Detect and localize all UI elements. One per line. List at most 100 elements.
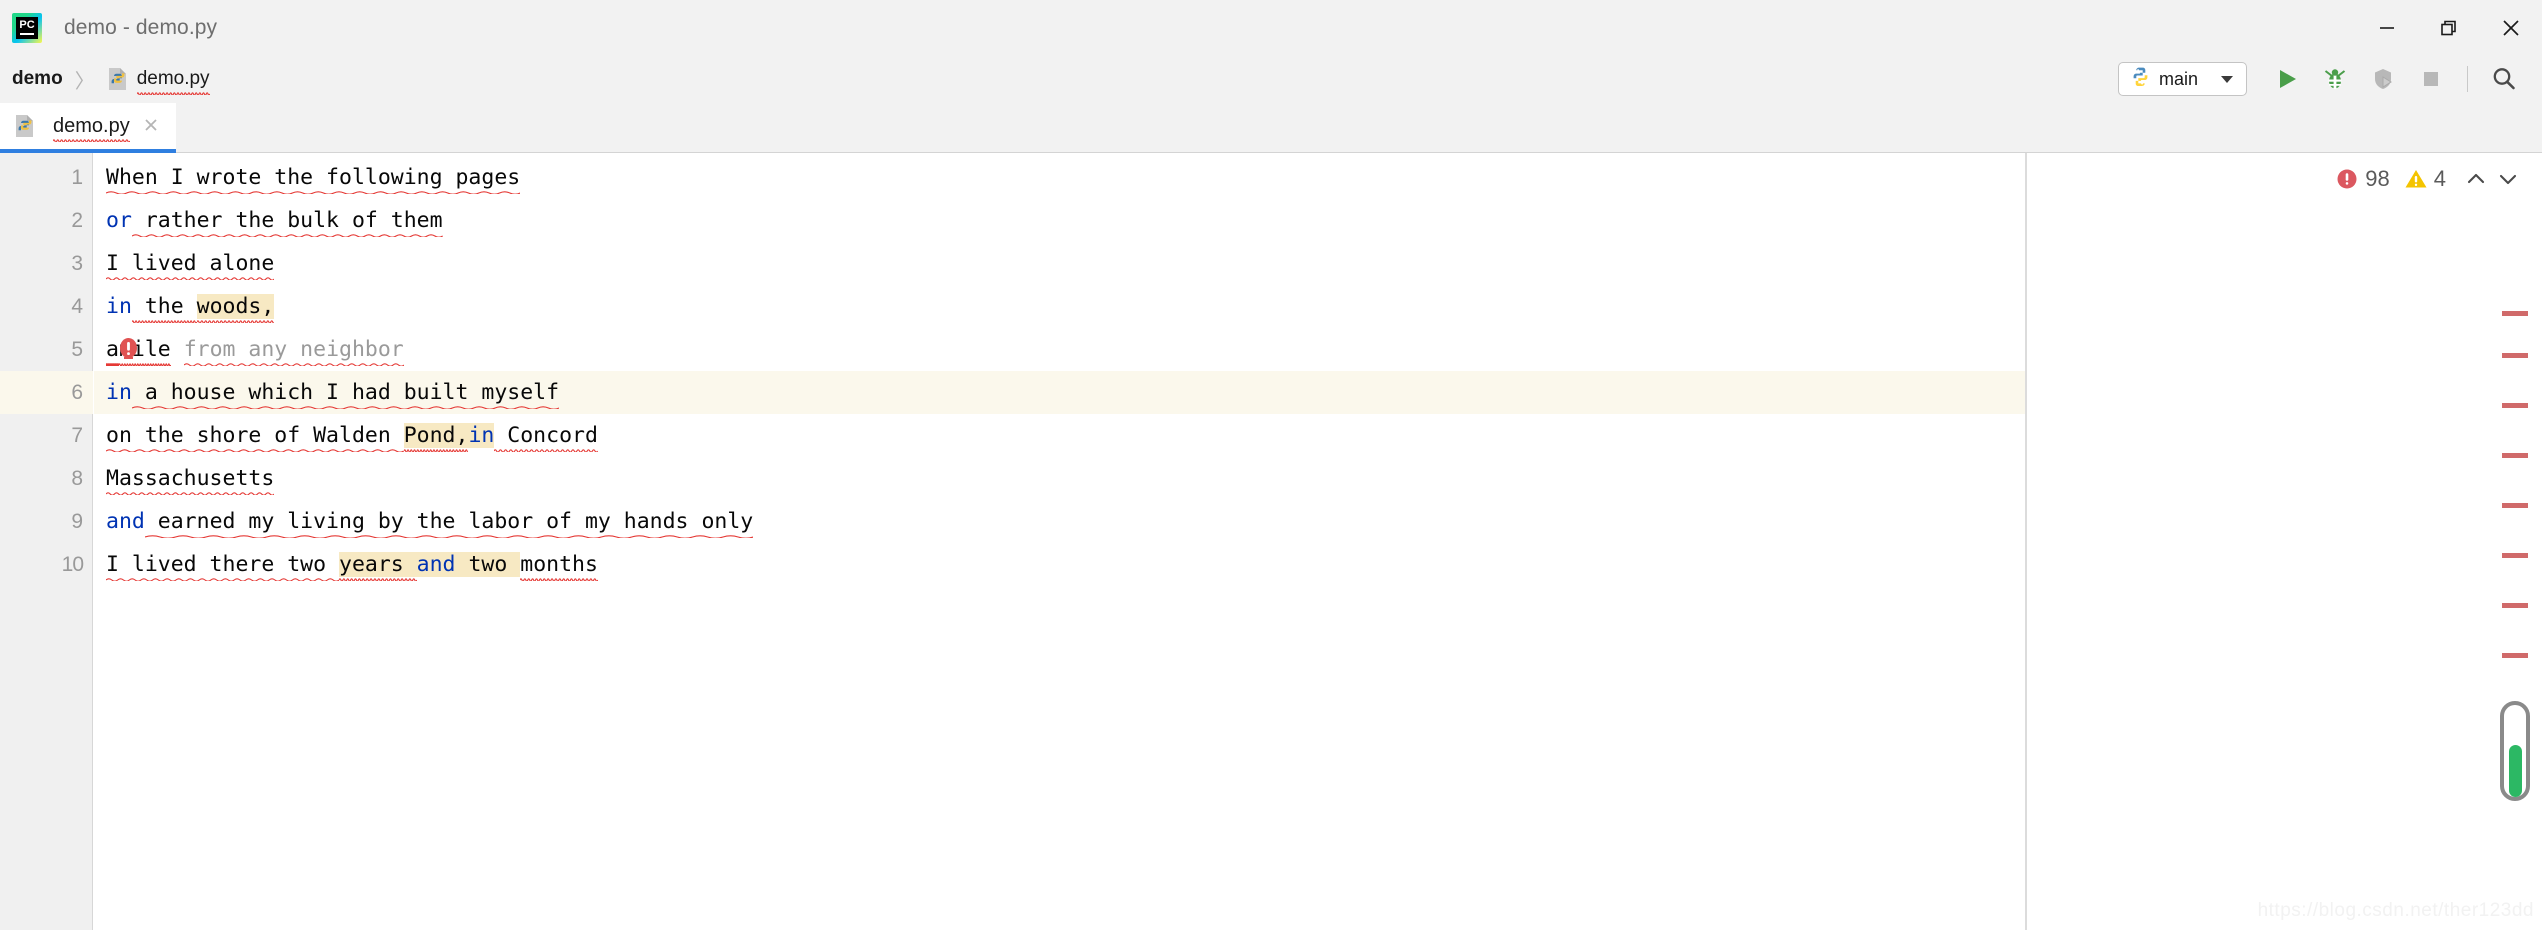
code-token: in <box>468 423 494 448</box>
error-stripe-mark[interactable] <box>2502 503 2528 508</box>
close-button[interactable] <box>2480 0 2542 55</box>
inline-error-marker-icon[interactable] <box>118 337 139 362</box>
code-line[interactable]: amile from any neighbor <box>94 328 2025 371</box>
code-line[interactable]: Massachusetts <box>94 457 2025 500</box>
main-toolbar: main <box>2118 55 2542 103</box>
error-squiggle-icon <box>494 448 598 452</box>
error-stripe-mark[interactable] <box>2502 353 2528 358</box>
code-line[interactable]: When I wrote the following pages <box>94 156 2025 199</box>
line-number[interactable]: 1 <box>0 156 93 199</box>
error-squiggle-icon <box>404 448 469 452</box>
code-line[interactable]: I lived alone <box>94 242 2025 285</box>
python-icon <box>2129 66 2151 93</box>
error-squiggle-icon <box>106 276 274 280</box>
warning-triangle-icon <box>2404 167 2428 191</box>
code-editor[interactable]: 12345678910 When I wrote the following p… <box>0 153 2542 930</box>
next-problem-button[interactable] <box>2492 163 2524 195</box>
minimize-icon <box>2377 18 2397 38</box>
code-line[interactable]: in the woods, <box>94 285 2025 328</box>
editor-right-pane: 98 4 <box>2027 153 2542 930</box>
code-token: or <box>106 208 132 233</box>
close-icon <box>2500 17 2522 39</box>
search-button[interactable] <box>2484 59 2524 99</box>
error-squiggle-icon <box>132 319 197 323</box>
line-number[interactable]: 5 <box>0 328 93 371</box>
code-token: Massachusetts <box>106 466 274 491</box>
pycharm-logo-icon: PC <box>12 13 42 43</box>
debug-button[interactable] <box>2315 59 2355 99</box>
error-squiggle-icon <box>106 190 520 194</box>
code-line[interactable]: I lived there two years and two months <box>94 543 2025 586</box>
code-token: two <box>456 552 521 577</box>
error-squiggle-icon <box>339 577 417 581</box>
code-content[interactable]: When I wrote the following pagesor rathe… <box>94 153 2025 930</box>
search-icon <box>2489 64 2519 94</box>
code-line[interactable]: on the shore of Walden Pond,in Concord <box>94 414 2025 457</box>
line-number[interactable]: 2 <box>0 199 93 242</box>
code-token: I lived there two <box>106 552 339 577</box>
restore-icon <box>2439 18 2459 38</box>
run-with-coverage-button[interactable] <box>2363 59 2403 99</box>
coverage-icon <box>2370 66 2396 92</box>
line-number[interactable]: 7 <box>0 414 93 457</box>
window-controls <box>2356 0 2542 55</box>
error-stripe-mark[interactable] <box>2502 603 2528 608</box>
code-token: in <box>106 380 132 405</box>
pycharm-window: PC demo - demo.py <box>0 0 2542 930</box>
error-count: 98 <box>2365 166 2389 192</box>
stop-square-icon <box>2418 66 2444 92</box>
line-number[interactable]: 9 <box>0 500 93 543</box>
chevron-down-icon <box>2218 70 2236 88</box>
line-number-gutter[interactable]: 12345678910 <box>0 153 93 930</box>
code-token: on the shore of Walden <box>106 423 404 448</box>
error-squiggle-icon <box>145 534 753 538</box>
line-number[interactable]: 3 <box>0 242 93 285</box>
error-stripe-mark[interactable] <box>2502 403 2528 408</box>
run-configuration-selector[interactable]: main <box>2118 62 2247 96</box>
code-token: and <box>106 509 145 534</box>
error-squiggle-icon <box>520 577 598 581</box>
breadcrumb-file-label: demo.py <box>137 68 210 89</box>
breadcrumb: demo 〉 demo.py <box>12 65 210 94</box>
title-bar: PC demo - demo.py <box>0 0 2542 55</box>
tab-close-button[interactable] <box>142 116 162 136</box>
breadcrumb-root[interactable]: demo <box>12 68 63 90</box>
inspection-widget[interactable]: 98 4 <box>2335 163 2524 195</box>
line-number[interactable]: 6 <box>0 371 93 414</box>
run-icon <box>2274 66 2300 92</box>
code-token: woods, <box>197 294 275 319</box>
tab-demo-py[interactable]: demo.py <box>0 103 176 153</box>
code-line[interactable]: in a house which I had built myself <box>94 371 2025 414</box>
error-squiggle-icon <box>106 577 339 581</box>
code-token: from any neighbor <box>184 337 404 362</box>
error-squiggle-icon <box>119 362 171 366</box>
minimize-button[interactable] <box>2356 0 2418 55</box>
code-token: the <box>132 294 197 319</box>
error-stripe-mark[interactable] <box>2502 653 2528 658</box>
error-stripe-mark[interactable] <box>2502 553 2528 558</box>
chevron-down-icon <box>2496 167 2520 191</box>
code-line[interactable]: or rather the bulk of them <box>94 199 2025 242</box>
error-squiggle-icon <box>106 491 274 495</box>
line-number[interactable]: 8 <box>0 457 93 500</box>
code-token: Concord <box>494 423 598 448</box>
error-stripe-mark[interactable] <box>2502 311 2528 316</box>
restore-button[interactable] <box>2418 0 2480 55</box>
run-button[interactable] <box>2267 59 2307 99</box>
code-token: Pond, <box>404 423 469 448</box>
python-file-icon <box>14 114 36 138</box>
python-file-icon <box>107 67 129 91</box>
error-stripe-mark[interactable] <box>2502 453 2528 458</box>
code-line[interactable]: and earned my living by the labor of my … <box>94 500 2025 543</box>
line-number[interactable]: 4 <box>0 285 93 328</box>
line-number[interactable]: 10 <box>0 543 93 586</box>
error-squiggle-icon <box>106 448 404 452</box>
previous-problem-button[interactable] <box>2460 163 2492 195</box>
tab-label-text: demo.py <box>53 115 130 137</box>
stop-button[interactable] <box>2411 59 2451 99</box>
breadcrumb-separator-icon: 〉 <box>75 65 95 94</box>
breadcrumb-file[interactable]: demo.py <box>137 68 210 90</box>
window-title: demo - demo.py <box>64 16 217 40</box>
code-token <box>171 337 184 362</box>
code-token: a <box>106 337 119 362</box>
